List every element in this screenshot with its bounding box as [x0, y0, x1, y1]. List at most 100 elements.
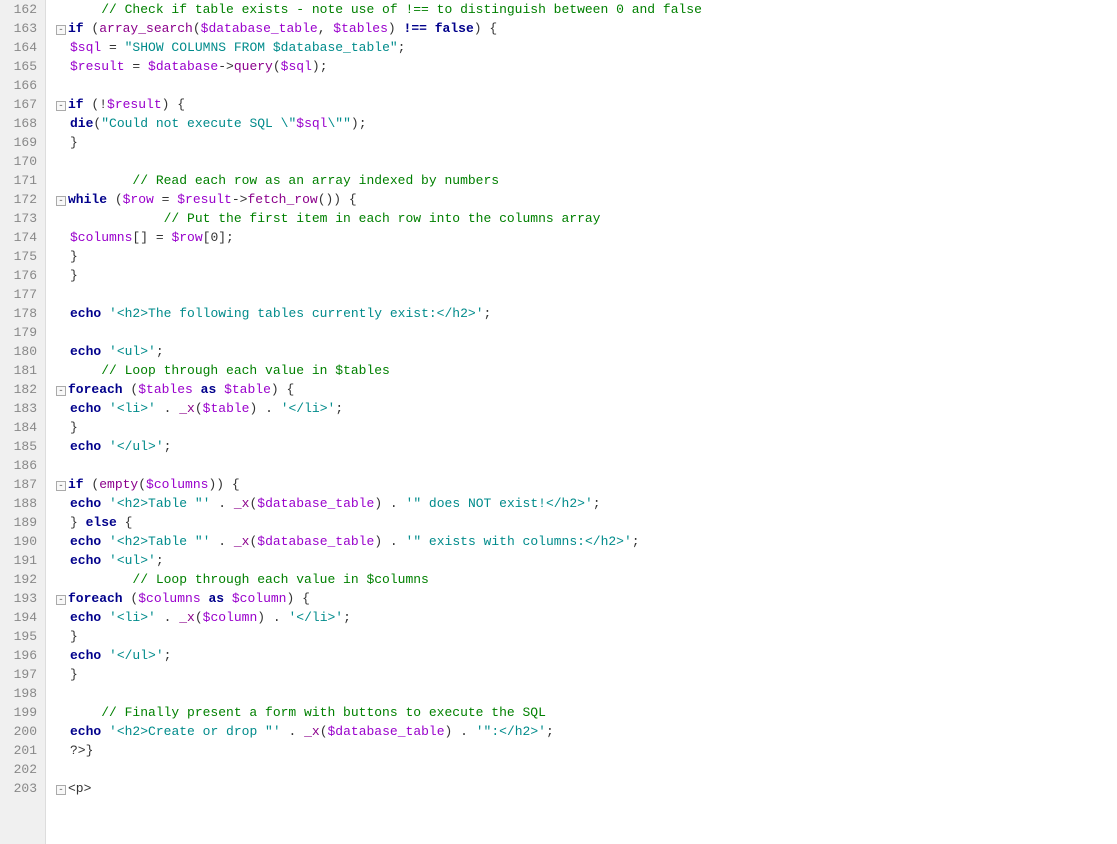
code-line: // Finally present a form with buttons t…	[56, 703, 1117, 722]
token-plain	[101, 551, 109, 570]
code-line: echo '<h2>Table "' . _x($database_table)…	[56, 494, 1117, 513]
token-plain: ) .	[249, 399, 280, 418]
token-plain: .	[156, 608, 179, 627]
code-line	[56, 323, 1117, 342]
token-kw: else	[86, 513, 117, 532]
token-cm: // Finally present a form with buttons t…	[70, 703, 546, 722]
line-number: 196	[4, 646, 37, 665]
line-number: 183	[4, 399, 37, 418]
line-number: 186	[4, 456, 37, 475]
token-plain: }	[70, 247, 78, 266]
token-plain: ;	[398, 38, 406, 57]
line-number: 193	[4, 589, 37, 608]
token-kw: echo	[70, 437, 101, 456]
token-plain: }	[86, 741, 94, 760]
line-number: 195	[4, 627, 37, 646]
token-plain: ) {	[162, 95, 185, 114]
token-plain	[201, 589, 209, 608]
line-number: 197	[4, 665, 37, 684]
token-plain: ) .	[374, 494, 405, 513]
token-str: '" does NOT exist!</h2>'	[406, 494, 593, 513]
line-number: 202	[4, 760, 37, 779]
code-line: }	[56, 627, 1117, 646]
token-str: '<ul>'	[109, 551, 156, 570]
code-line: $columns[] = $row[0];	[56, 228, 1117, 247]
token-fn: fetch_row	[247, 190, 317, 209]
token-str: "Could not execute SQL \"	[101, 114, 296, 133]
fold-marker[interactable]: -	[56, 190, 66, 209]
code-area[interactable]: // Check if table exists - note use of !…	[46, 0, 1117, 844]
code-line: -while ($row = $result->fetch_row()) {	[56, 190, 1117, 209]
line-number: 166	[4, 76, 37, 95]
token-kw: echo	[70, 551, 101, 570]
token-kw: as	[201, 380, 217, 399]
token-var: $tables	[138, 380, 193, 399]
code-line	[56, 456, 1117, 475]
token-str: '<h2>The following tables currently exis…	[109, 304, 483, 323]
token-plain: );	[351, 114, 367, 133]
token-str: "SHOW COLUMNS FROM $database_table"	[125, 38, 398, 57]
token-var: $columns	[146, 475, 208, 494]
token-plain: .	[210, 532, 233, 551]
code-line	[56, 76, 1117, 95]
token-plain: (	[249, 494, 257, 513]
token-fn: query	[234, 57, 273, 76]
line-number: 188	[4, 494, 37, 513]
code-line: }	[56, 266, 1117, 285]
token-kw: as	[208, 589, 224, 608]
line-number: 203	[4, 779, 37, 798]
token-plain	[216, 380, 224, 399]
token-kw-ne: !==	[404, 19, 427, 38]
token-var: $column	[203, 608, 258, 627]
code-line: echo '</ul>';	[56, 437, 1117, 456]
fold-marker[interactable]: -	[56, 380, 66, 399]
token-plain: =	[125, 57, 148, 76]
token-var: $result	[70, 57, 125, 76]
token-plain: [] =	[132, 228, 171, 247]
fold-marker[interactable]: -	[56, 95, 66, 114]
fold-marker[interactable]: -	[56, 19, 66, 38]
token-str: '":</h2>'	[476, 722, 546, 741]
token-plain: (	[273, 57, 281, 76]
line-number: 176	[4, 266, 37, 285]
line-number: 201	[4, 741, 37, 760]
line-number: 199	[4, 703, 37, 722]
line-number: 170	[4, 152, 37, 171]
token-plain: (	[93, 114, 101, 133]
token-var: $columns	[138, 589, 200, 608]
code-line: }	[56, 133, 1117, 152]
token-var: $row	[171, 228, 202, 247]
token-plain: ,	[318, 19, 334, 38]
line-number: 189	[4, 513, 37, 532]
fold-marker[interactable]: -	[56, 589, 66, 608]
token-plain: ;	[156, 551, 164, 570]
line-number: 169	[4, 133, 37, 152]
code-line: // Put the first item in each row into t…	[56, 209, 1117, 228]
code-line: -if (!$result) {	[56, 95, 1117, 114]
token-plain: }	[70, 133, 78, 152]
token-cm: // Loop through each value in $tables	[70, 361, 390, 380]
token-kw: die	[70, 114, 93, 133]
line-number: 192	[4, 570, 37, 589]
token-plain: (	[138, 475, 146, 494]
line-number: 198	[4, 684, 37, 703]
token-plain: ) .	[374, 532, 405, 551]
token-var: $database_table	[257, 532, 374, 551]
token-str: '<h2>Table "'	[109, 532, 210, 551]
token-var: $database_table	[328, 722, 445, 741]
code-line: // Loop through each value in $columns	[56, 570, 1117, 589]
token-var: $table	[203, 399, 250, 418]
line-number: 187	[4, 475, 37, 494]
line-number: 184	[4, 418, 37, 437]
token-str: '</ul>'	[109, 437, 164, 456]
token-plain	[101, 399, 109, 418]
code-line: // Loop through each value in $tables	[56, 361, 1117, 380]
fold-marker[interactable]: -	[56, 475, 66, 494]
code-line: echo '<ul>';	[56, 342, 1117, 361]
token-fn: _x	[179, 608, 195, 627]
token-str: '<h2>Table "'	[109, 494, 210, 513]
fold-marker[interactable]: -	[56, 779, 66, 798]
token-fn: array_search	[99, 19, 193, 38]
token-plain: )	[388, 19, 404, 38]
token-plain: ?>	[70, 741, 86, 760]
